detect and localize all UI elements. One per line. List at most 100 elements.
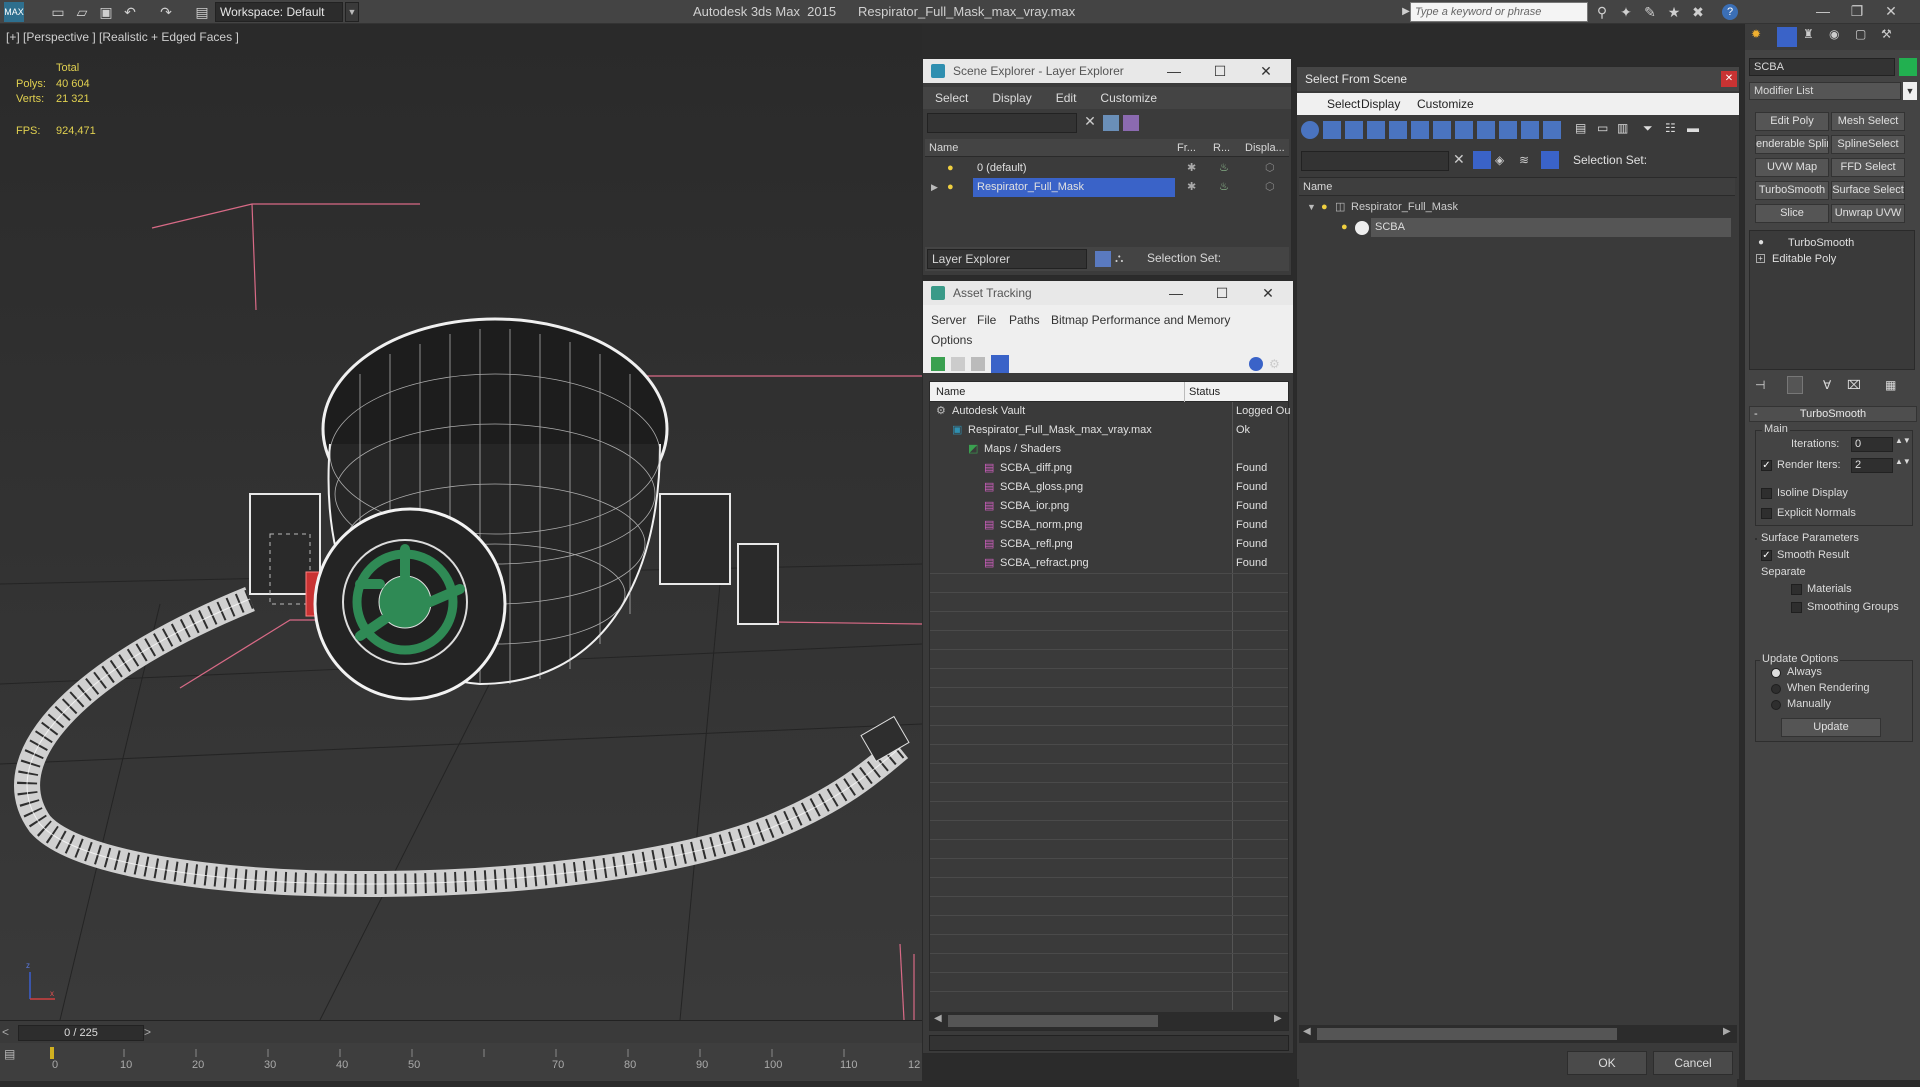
- asset-row[interactable]: ▤ SCBA_refl.png Found: [930, 535, 1288, 554]
- asset-row[interactable]: ▣ Respirator_Full_Mask_max_vray.max Ok: [930, 421, 1288, 440]
- col-display[interactable]: Displa...: [1245, 139, 1285, 157]
- iterations-spinner[interactable]: 0: [1851, 437, 1893, 452]
- scene-explorer-titlebar[interactable]: Scene Explorer - Layer Explorer — ☐ ✕: [923, 59, 1291, 83]
- col-render[interactable]: R...: [1213, 139, 1230, 157]
- smooth-result-checkbox[interactable]: ✓: [1761, 550, 1772, 561]
- layer-row[interactable]: ● 0 (default) ✱ ♨ ⬡: [925, 159, 1289, 178]
- filter-icon[interactable]: [1103, 115, 1119, 131]
- workspace-dropdown[interactable]: Workspace: Default: [215, 2, 343, 22]
- track-bar[interactable]: ▤ 0 10 20 30 40 50 70 80 90 100 110 12: [0, 1043, 922, 1081]
- display-tab-icon[interactable]: ▢: [1855, 27, 1875, 47]
- time-slider[interactable]: 0 / 225: [18, 1025, 144, 1041]
- mesh-select-button[interactable]: Mesh Select: [1831, 112, 1905, 131]
- timeline-next-icon[interactable]: >: [144, 1025, 158, 1041]
- asset-row[interactable]: ▤ SCBA_norm.png Found: [930, 516, 1288, 535]
- turbosmooth-button[interactable]: TurboSmooth: [1755, 181, 1829, 200]
- materials-checkbox[interactable]: [1791, 584, 1802, 595]
- stack-icon[interactable]: ≋: [1519, 153, 1535, 169]
- app-logo-icon[interactable]: MAX: [4, 2, 24, 22]
- isoline-display-checkbox[interactable]: [1761, 488, 1772, 499]
- menu-edit[interactable]: Edit: [1044, 87, 1089, 109]
- star-icon[interactable]: ★: [1664, 2, 1684, 22]
- stack-item[interactable]: ● TurboSmooth: [1750, 235, 1914, 251]
- col-name[interactable]: Name: [936, 382, 965, 402]
- undo-icon[interactable]: ↶: [120, 2, 140, 22]
- display-cameras-icon[interactable]: [1367, 121, 1385, 139]
- scene-explorer-search-input[interactable]: [927, 113, 1077, 133]
- menu-server[interactable]: Server: [931, 313, 966, 327]
- tree-view-icon[interactable]: [971, 357, 985, 371]
- col-name[interactable]: Name: [1303, 178, 1332, 196]
- select-all-icon[interactable]: ▤: [1575, 121, 1589, 139]
- menu-customize[interactable]: Customize: [1417, 97, 1474, 111]
- project-folder-icon[interactable]: ▤: [192, 2, 212, 22]
- spline-select-button[interactable]: SplineSelect: [1831, 135, 1905, 154]
- display-geometry-icon[interactable]: [1301, 121, 1319, 139]
- always-radio[interactable]: [1771, 668, 1781, 678]
- ffd-select-button[interactable]: FFD Select: [1831, 158, 1905, 177]
- edit-poly-button[interactable]: Edit Poly: [1755, 112, 1829, 131]
- display-xrefs-icon[interactable]: [1455, 121, 1473, 139]
- layers-icon[interactable]: ◈: [1495, 153, 1511, 169]
- scroll-left-icon[interactable]: ◀: [1303, 1026, 1311, 1037]
- asset-row[interactable]: ⚙ Autodesk Vault Logged Ou: [930, 402, 1290, 421]
- menu-select[interactable]: Select: [923, 87, 980, 109]
- display-spacewarps-icon[interactable]: [1411, 121, 1429, 139]
- uvw-map-button[interactable]: UVW Map: [1755, 158, 1829, 177]
- menu-select[interactable]: Select: [1327, 97, 1360, 111]
- modify-tab-icon[interactable]: [1777, 27, 1797, 47]
- viewport-label[interactable]: [+] [Perspective ] [Realistic + Edged Fa…: [6, 30, 239, 44]
- close-icon[interactable]: ✕: [1721, 71, 1737, 87]
- lightbulb-icon[interactable]: ●: [1341, 218, 1348, 237]
- asset-row[interactable]: ▤ SCBA_refract.png Found: [930, 554, 1288, 573]
- menu-file[interactable]: File: [977, 313, 996, 327]
- object-row[interactable]: ▼ ● ◫ Respirator_Full_Mask: [1299, 198, 1735, 217]
- refresh-icon[interactable]: [931, 357, 945, 371]
- display-groups-icon[interactable]: [1433, 121, 1451, 139]
- menu-customize[interactable]: Customize: [1088, 87, 1169, 109]
- clear-search-icon[interactable]: ✕: [1453, 151, 1465, 168]
- expand-arrow-icon[interactable]: ▶: [931, 178, 938, 197]
- utilities-tab-icon[interactable]: ⚒: [1881, 27, 1901, 47]
- chevron-down-icon[interactable]: ▼: [1903, 82, 1917, 100]
- turbosmooth-rollout-header[interactable]: - TurboSmooth: [1749, 406, 1917, 422]
- maximize-icon[interactable]: ☐: [1197, 59, 1243, 83]
- maximize-icon[interactable]: ☐: [1199, 281, 1245, 305]
- make-unique-icon[interactable]: ∀: [1823, 378, 1831, 392]
- minimize-icon[interactable]: —: [1806, 0, 1840, 24]
- hierarchy-icon[interactable]: ☷: [1665, 121, 1679, 139]
- display-shapes-icon[interactable]: [1323, 121, 1341, 139]
- layers-toggle-icon[interactable]: [1095, 251, 1111, 267]
- show-end-result-icon[interactable]: [1787, 376, 1803, 394]
- perspective-viewport[interactable]: z x [+] [Perspective ] [Realistic + Edge…: [0, 24, 922, 1020]
- configure-sets-icon[interactable]: ▦: [1885, 378, 1896, 392]
- open-file-icon[interactable]: ▱: [72, 2, 92, 22]
- freeze-icon[interactable]: ✱: [1187, 178, 1196, 197]
- scroll-thumb[interactable]: [948, 1015, 1158, 1027]
- close-icon[interactable]: ✕: [1243, 59, 1289, 83]
- collapse-icon[interactable]: ▬: [1687, 121, 1701, 139]
- asset-hscrollbar[interactable]: ◀ ▶: [930, 1012, 1288, 1030]
- object-name-input[interactable]: SCBA: [1749, 58, 1895, 76]
- lightbulb-icon[interactable]: ●: [947, 159, 954, 178]
- table-view-icon[interactable]: [991, 355, 1009, 373]
- scroll-right-icon[interactable]: ▶: [1723, 1026, 1731, 1037]
- display-box-icon[interactable]: ⬡: [1265, 159, 1275, 178]
- binoculars-icon[interactable]: ⚲: [1592, 2, 1612, 22]
- window-close-icon[interactable]: ✕: [1874, 0, 1908, 24]
- tools-icon[interactable]: ✦: [1616, 2, 1636, 22]
- stack-item[interactable]: + Editable Poly: [1750, 251, 1914, 267]
- close-icon[interactable]: ✕: [1245, 281, 1291, 305]
- help-icon[interactable]: ?: [1722, 4, 1738, 20]
- lightbulb-icon[interactable]: ●: [1321, 198, 1328, 217]
- asset-tracking-titlebar[interactable]: Asset Tracking — ☐ ✕: [923, 281, 1293, 305]
- col-frozen[interactable]: Fr...: [1177, 139, 1196, 157]
- menu-bitmap-performance[interactable]: Bitmap Performance and Memory: [1051, 313, 1230, 327]
- col-status[interactable]: Status: [1184, 382, 1220, 402]
- asset-row[interactable]: ◩ Maps / Shaders: [930, 440, 1288, 459]
- display-box-icon[interactable]: ⬡: [1265, 178, 1275, 197]
- hierarchy-icon[interactable]: ⛬: [1115, 251, 1131, 267]
- menu-options[interactable]: Options: [931, 333, 972, 347]
- display-helpers-icon[interactable]: [1389, 121, 1407, 139]
- unwrap-uvw-button[interactable]: Unwrap UVW: [1831, 204, 1905, 223]
